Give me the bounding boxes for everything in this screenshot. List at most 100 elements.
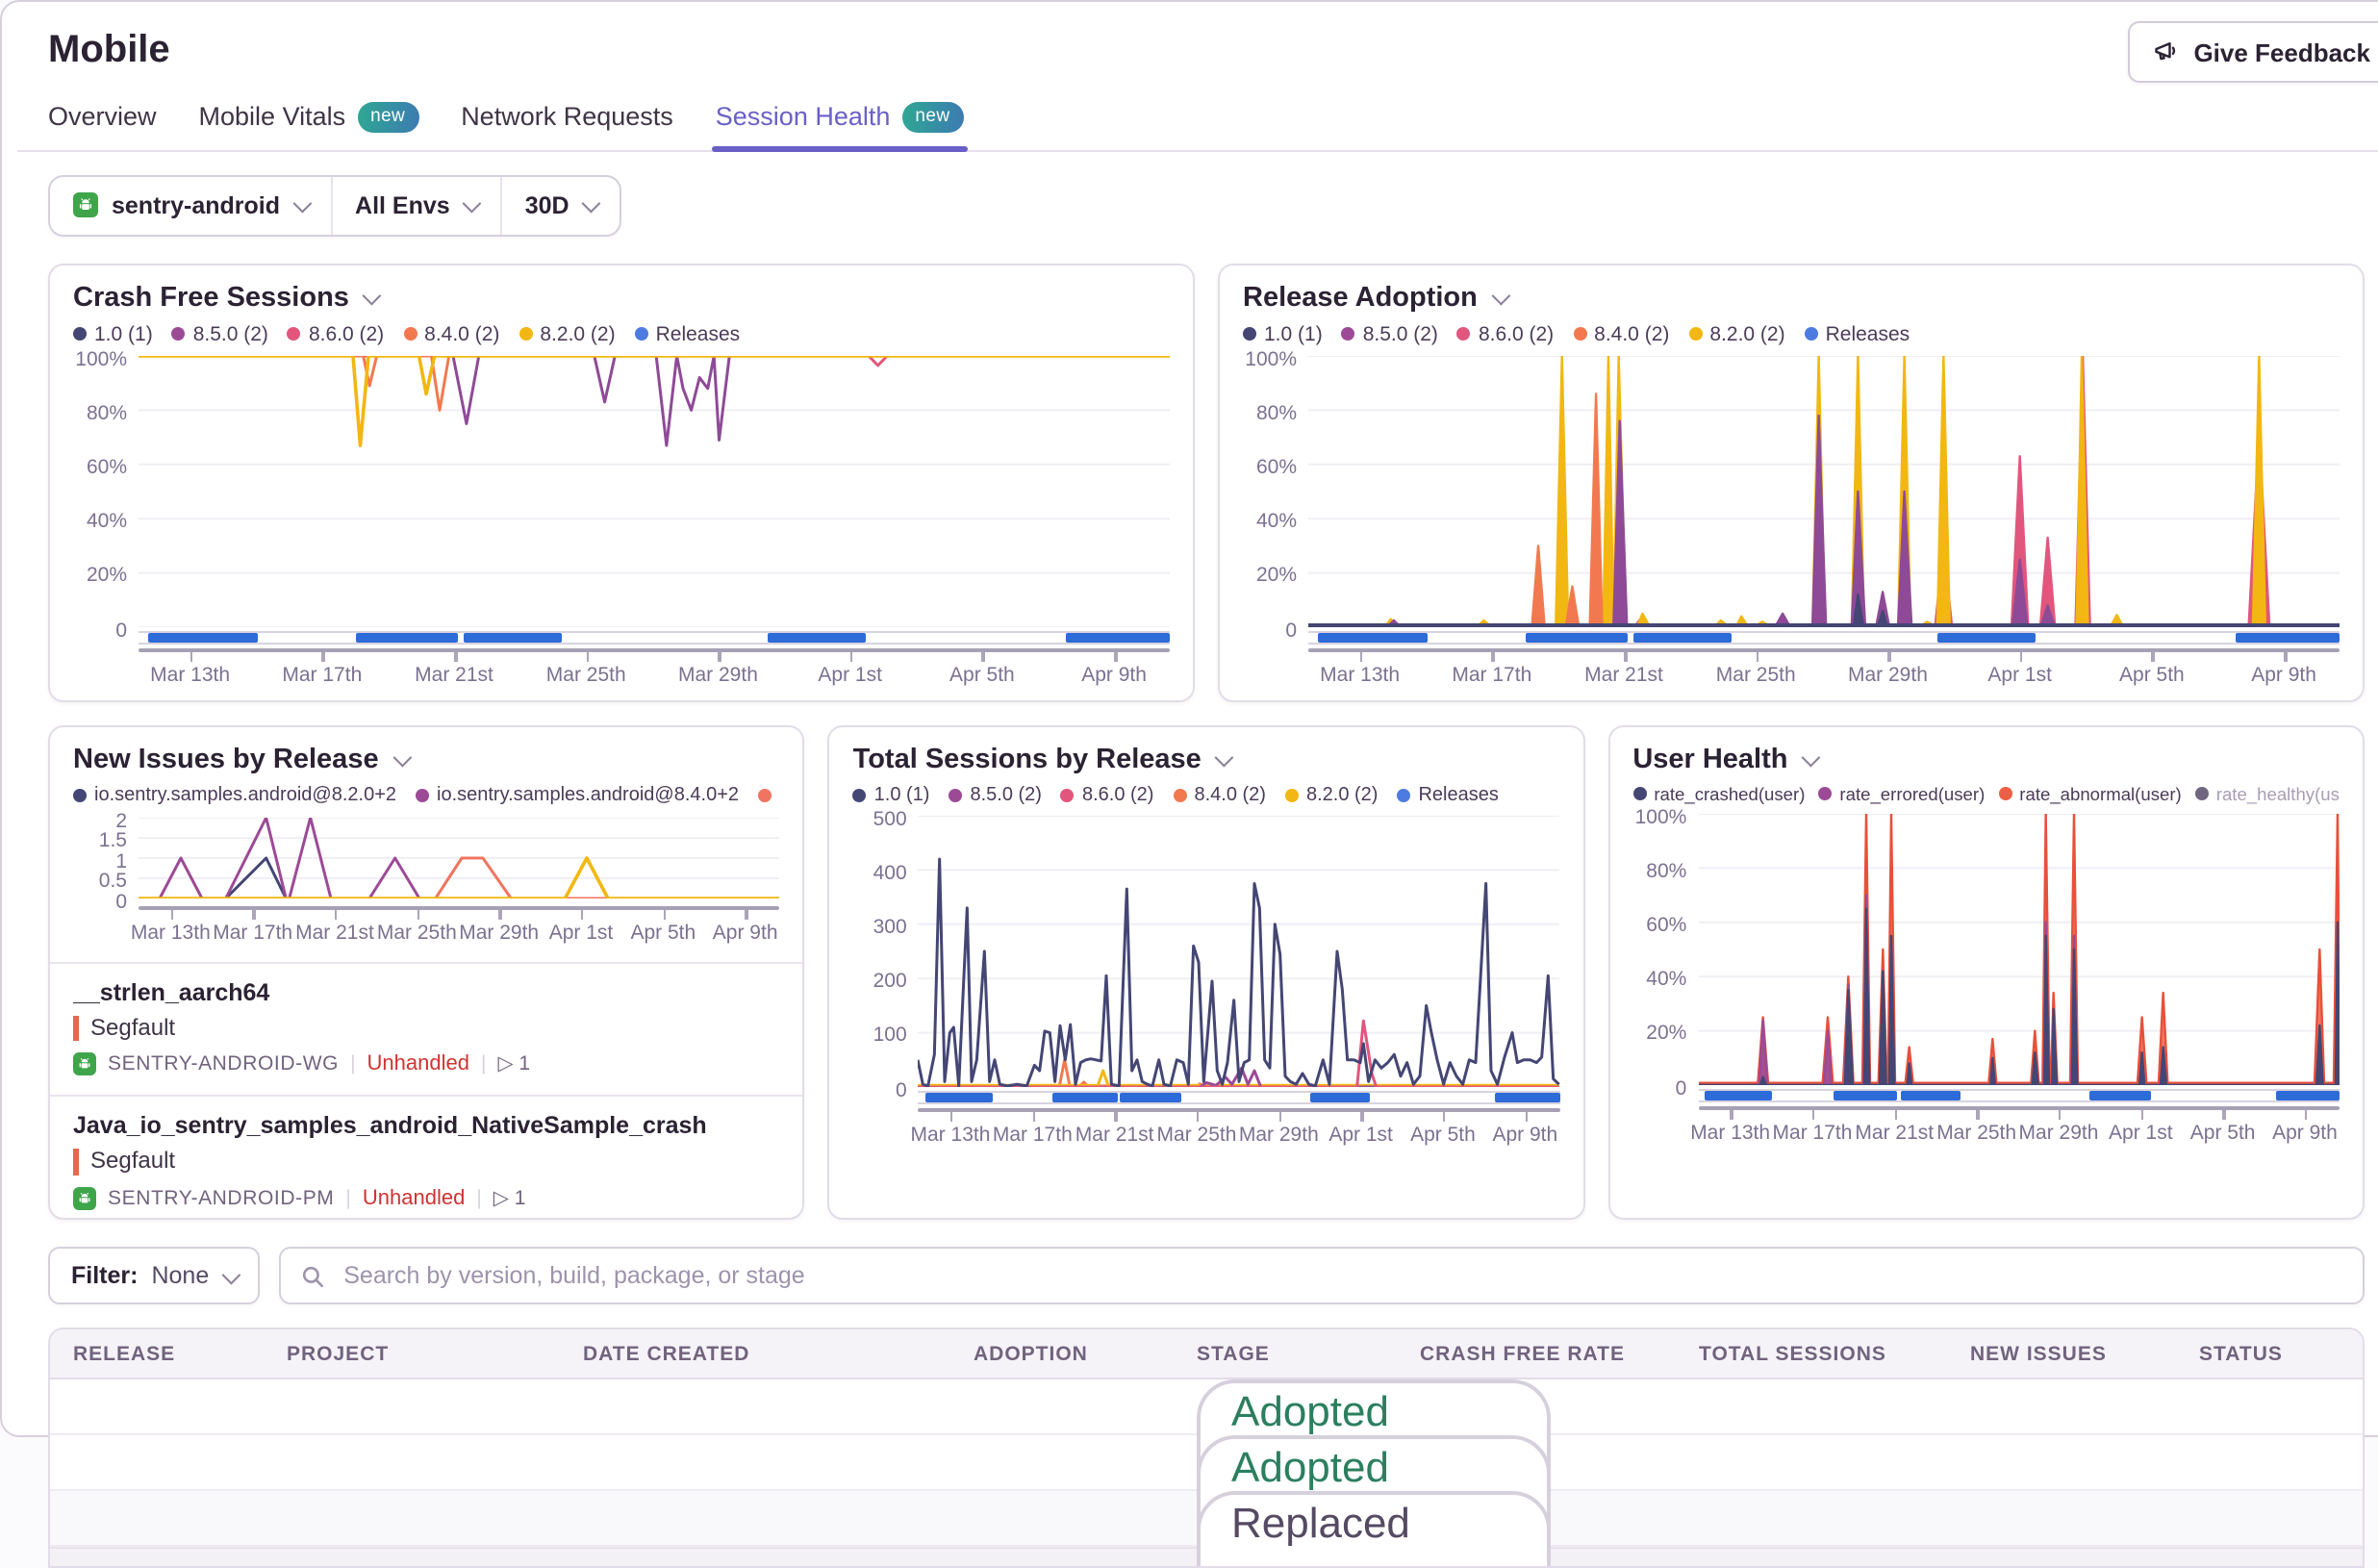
legend-item-8-4-0-2[interactable]: 8.4.0 (2) — [403, 322, 499, 345]
legend-item-rate-healthy-user[interactable]: rate_healthy(user) — [2195, 784, 2340, 803]
plot-area[interactable] — [919, 815, 1560, 1086]
legend-dot — [1457, 327, 1471, 341]
plot-area[interactable] — [1308, 355, 2340, 626]
legend-item-releases[interactable]: Releases — [635, 322, 741, 345]
legend-item-rate-crashed-user[interactable]: rate_crashed(user) — [1632, 784, 1805, 803]
chevron-down-icon[interactable] — [1215, 748, 1234, 768]
legend-item-8-6-0-2[interactable]: 8.6.0 (2) — [1457, 322, 1554, 345]
environment-selector[interactable]: All Envs — [330, 176, 500, 234]
legend-item-8-5-0-2[interactable]: 8.5.0 (2) — [172, 322, 268, 345]
x-axis-label: Mar 29th — [459, 921, 539, 944]
give-feedback-button[interactable]: Give Feedback — [2128, 21, 2378, 83]
chevron-down-icon[interactable] — [363, 287, 382, 306]
column-header-new-issues[interactable]: NEW ISSUES — [1947, 1342, 2176, 1365]
issue-item[interactable]: __strlen_aarch64 Segfault SENTRY-ANDROID… — [50, 961, 803, 1080]
legend-item-1-0-1[interactable]: 1.0 (1) — [73, 322, 153, 345]
x-axis-label: Mar 25th — [377, 921, 457, 944]
x-axis-label: Mar 13th — [131, 921, 211, 944]
x-axis-label: Apr 1st — [1987, 663, 2052, 686]
events-count: ▷ 1 — [493, 1187, 526, 1210]
tab-overview[interactable]: Overview — [48, 101, 157, 149]
legend-item-1-0-1[interactable]: 1.0 (1) — [1243, 322, 1323, 345]
column-header-release[interactable]: RELEASE — [50, 1342, 264, 1365]
date-range-selector[interactable]: 30D — [500, 176, 620, 234]
x-axis-label: Apr 1st — [2109, 1121, 2173, 1144]
legend-item-1-0-1[interactable]: 1.0 (1) — [853, 784, 930, 805]
plot-area[interactable] — [1698, 813, 2340, 1084]
plot-area[interactable] — [139, 355, 1170, 626]
column-header-project[interactable]: PROJECT — [264, 1342, 560, 1365]
release-bar — [1833, 1090, 1897, 1100]
unhandled-badge: Unhandled — [367, 1053, 469, 1076]
legend-item-rate-errored-user[interactable]: rate_errored(user) — [1818, 784, 1985, 803]
releases-minimap[interactable] — [1698, 1088, 2340, 1101]
x-axis-tick — [2152, 651, 2155, 661]
tab-network-requests[interactable]: Network Requests — [461, 101, 673, 149]
releases-minimap[interactable] — [919, 1090, 1560, 1103]
legend-item-io-sentry-samp[interactable]: io.sentry.samp — [758, 785, 780, 806]
releases-minimap[interactable] — [1308, 630, 2340, 644]
x-axis-label: Mar 13th — [911, 1123, 991, 1146]
issue-type: Segfault — [73, 1150, 780, 1176]
issue-item[interactable]: Java_io_sentry_samples_android_NativeSam… — [50, 1096, 803, 1215]
release-bar — [1319, 632, 1428, 642]
x-axis-label: Mar 17th — [993, 1123, 1073, 1146]
legend-item-8-6-0-2[interactable]: 8.6.0 (2) — [1061, 784, 1154, 805]
column-header-status[interactable]: STATUS — [2176, 1342, 2363, 1365]
filter-button[interactable]: Filter: None — [48, 1247, 259, 1304]
chart-legend: io.sentry.samples.android@8.2.0+2 io.sen… — [73, 784, 780, 807]
plot-area[interactable] — [139, 817, 780, 898]
page-title: Mobile — [48, 28, 2378, 72]
legend-dot — [1342, 327, 1355, 341]
table-header-row: RELEASEPROJECTDATE CREATEDADOPTIONSTAGEC… — [50, 1329, 2363, 1379]
column-header-stage[interactable]: STAGE — [1174, 1342, 1397, 1365]
x-axis-label: Apr 5th — [2119, 663, 2185, 686]
x-axis-label: Apr 5th — [2190, 1121, 2256, 1144]
y-axis-label: 500 — [873, 807, 907, 830]
chevron-down-icon[interactable] — [1802, 748, 1821, 768]
search-input[interactable] — [340, 1260, 2343, 1291]
legend-item-io-sentry-samples-android-8-4-0-2[interactable]: io.sentry.samples.android@8.4.0+2 — [416, 785, 739, 806]
tab-mobile-vitals[interactable]: Mobile Vitals new — [199, 101, 419, 149]
column-header-adoption[interactable]: ADOPTION — [950, 1342, 1174, 1365]
issue-title[interactable]: __strlen_aarch64 — [73, 978, 780, 1005]
chart-title: Total Sessions by Release — [853, 744, 1202, 774]
project-selector[interactable]: sentry-android — [50, 176, 330, 234]
y-axis-label: 0 — [896, 1078, 907, 1101]
x-axis-tick — [1731, 1109, 1733, 1119]
chevron-down-icon[interactable] — [392, 748, 412, 768]
legend-item-rate-abnormal-user[interactable]: rate_abnormal(user) — [1998, 784, 2181, 803]
legend-item-io-sentry-samples-android-8-2-0-2[interactable]: io.sentry.samples.android@8.2.0+2 — [73, 785, 396, 806]
legend-item-releases[interactable]: Releases — [1805, 322, 1910, 345]
legend-item-8-4-0-2[interactable]: 8.4.0 (2) — [1173, 784, 1266, 805]
legend-item-8-4-0-2[interactable]: 8.4.0 (2) — [1573, 322, 1669, 345]
table-row[interactable]: 8.7.0 (2) sentry-android Apr 9, 2025 4:2… — [50, 1379, 2363, 1435]
legend-item-8-2-0-2[interactable]: 8.2.0 (2) — [519, 322, 615, 345]
search-box[interactable] — [278, 1247, 2365, 1304]
legend-dot — [73, 327, 87, 341]
legend-item-8-2-0-2[interactable]: 8.2.0 (2) — [1285, 784, 1379, 805]
legend-item-releases[interactable]: Releases — [1397, 784, 1498, 805]
legend-dot — [1285, 788, 1299, 801]
chevron-down-icon — [221, 1265, 240, 1284]
chevron-down-icon[interactable] — [1491, 287, 1510, 306]
legend-dot — [1998, 787, 2011, 800]
issue-project-slug: SENTRY-ANDROID-WG — [108, 1053, 339, 1076]
chevron-down-icon — [462, 194, 481, 214]
new-issues-panel: New Issues by Release io.sentry.samples.… — [48, 724, 805, 1220]
y-axis: 5004003002001000 — [853, 815, 919, 1101]
column-header-date-created[interactable]: DATE CREATED — [560, 1342, 950, 1365]
y-axis-label: 80% — [1256, 401, 1297, 424]
new-issues-chart: io.sentry.samples.android@8.2.0+2 io.sen… — [73, 784, 780, 946]
legend-item-8-5-0-2[interactable]: 8.5.0 (2) — [1342, 322, 1438, 345]
issue-title[interactable]: Java_io_sentry_samples_android_NativeSam… — [73, 1113, 780, 1140]
column-header-total-sessions[interactable]: TOTAL SESSIONS — [1676, 1342, 1947, 1365]
legend-item-8-5-0-2[interactable]: 8.5.0 (2) — [949, 784, 1042, 805]
column-header-crash-free-rate[interactable]: CRASH FREE RATE — [1397, 1342, 1676, 1365]
releases-minimap[interactable] — [139, 630, 1170, 644]
android-icon — [73, 1053, 96, 1076]
legend-dot — [1818, 787, 1832, 800]
legend-item-8-2-0-2[interactable]: 8.2.0 (2) — [1688, 322, 1784, 345]
tab-session-health[interactable]: Session Health new — [716, 101, 964, 149]
legend-item-8-6-0-2[interactable]: 8.6.0 (2) — [288, 322, 384, 345]
